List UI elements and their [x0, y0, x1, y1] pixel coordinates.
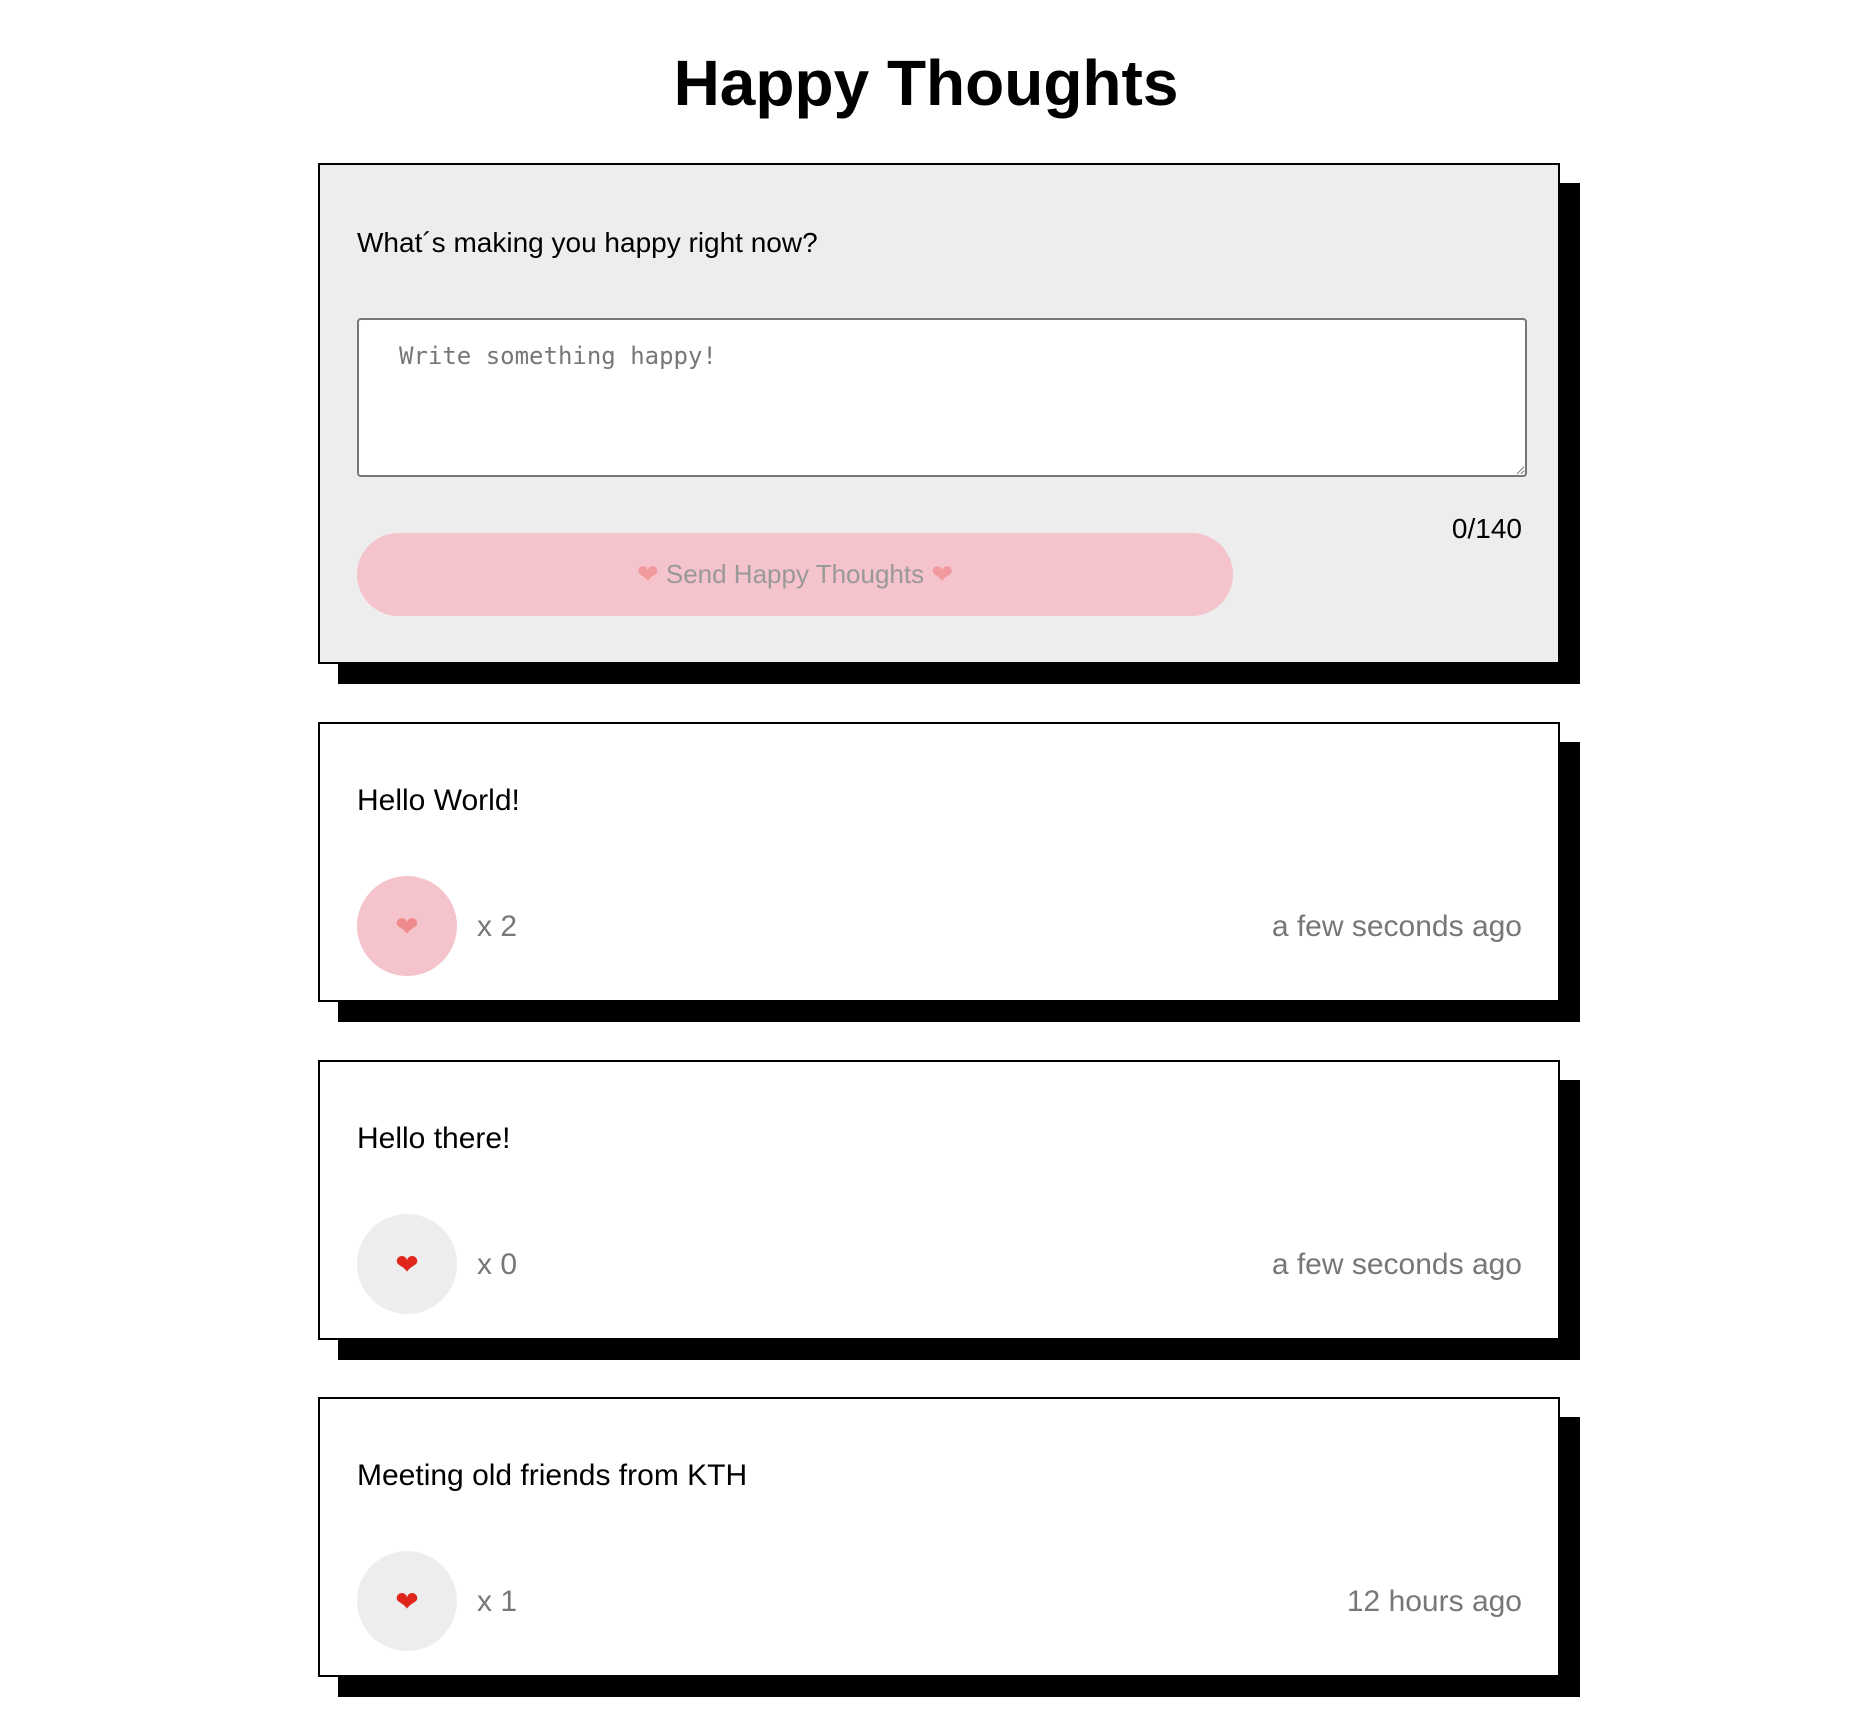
send-thought-button[interactable]: ❤ Send Happy Thoughts ❤ — [357, 533, 1233, 616]
heart-icon: ❤ — [931, 559, 954, 589]
like-count: x 1 — [477, 1585, 518, 1618]
like-button[interactable]: ❤ — [357, 1551, 457, 1651]
thought-timestamp: a few seconds ago — [1271, 1248, 1522, 1281]
thought-message: Hello World! — [357, 784, 520, 817]
send-button-label: Send Happy Thoughts — [665, 559, 925, 589]
form-label: What´s making you happy right now? — [357, 227, 818, 258]
thought-card: Meeting old friends from KTH ❤ x 1 12 ho… — [318, 1397, 1560, 1677]
page-title: Happy Thoughts — [673, 47, 1179, 119]
thought-form: What´s making you happy right now? 0/140… — [318, 163, 1560, 664]
thought-timestamp: 12 hours ago — [1346, 1585, 1522, 1618]
like-button[interactable]: ❤ — [357, 1214, 457, 1314]
character-counter: 0/140 — [1451, 513, 1522, 544]
thought-card: Hello there! ❤ x 0 a few seconds ago — [318, 1060, 1560, 1340]
thought-card: Hello World! ❤ x 2 a few seconds ago — [318, 722, 1560, 1002]
like-button[interactable]: ❤ — [357, 876, 457, 976]
thought-message: Hello there! — [357, 1122, 511, 1155]
heart-icon: ❤ — [636, 559, 659, 589]
like-count: x 0 — [477, 1248, 518, 1281]
thought-message: Meeting old friends from KTH — [357, 1459, 748, 1492]
heart-icon: ❤ — [395, 1585, 419, 1617]
thought-input[interactable] — [357, 318, 1527, 477]
thought-timestamp: a few seconds ago — [1271, 910, 1522, 943]
heart-icon: ❤ — [395, 1248, 419, 1280]
like-count: x 2 — [477, 910, 518, 943]
heart-icon: ❤ — [395, 910, 419, 942]
